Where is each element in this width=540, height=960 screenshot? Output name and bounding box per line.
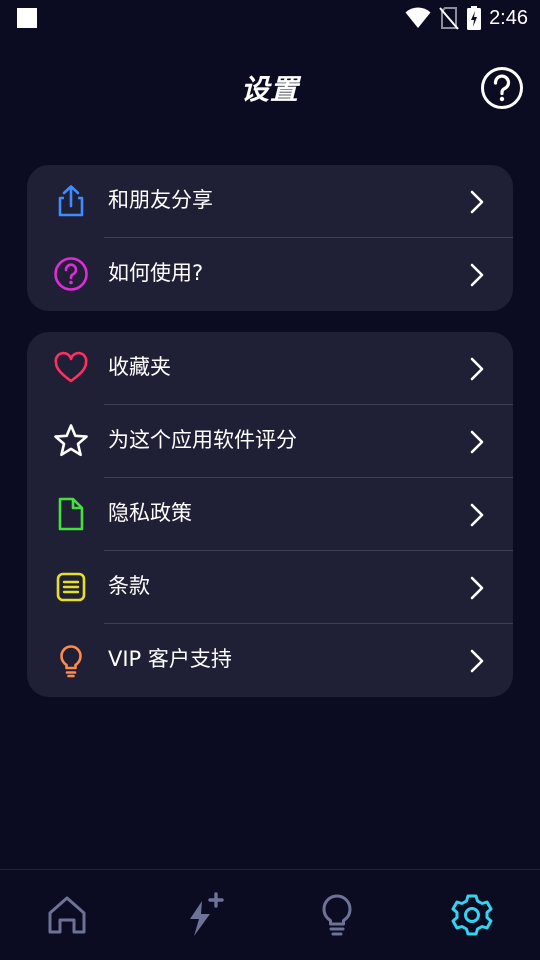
chevron-right-icon <box>470 649 484 673</box>
battery-charging-icon <box>467 6 482 30</box>
page-title: 设置 <box>240 73 299 106</box>
star-icon <box>54 424 88 457</box>
chevron-right-icon <box>470 190 484 214</box>
menu-item-terms[interactable]: 条款 <box>27 551 513 624</box>
settings-group-share: 和朋友分享 如何使用? <box>27 165 513 311</box>
share-icon <box>58 185 84 217</box>
bottom-navigation <box>0 869 540 960</box>
nav-boost[interactable] <box>182 892 226 938</box>
menu-item-label: 条款 <box>108 574 150 598</box>
header: 设置 <box>0 52 540 122</box>
nav-settings[interactable] <box>450 892 494 938</box>
bolt-plus-icon <box>190 892 224 936</box>
no-sim-icon <box>439 7 459 30</box>
menu-item-label: 隐私政策 <box>108 501 192 525</box>
chevron-right-icon <box>470 503 484 527</box>
status-bar: 2:46 <box>0 0 540 36</box>
question-circle-icon <box>481 67 523 109</box>
nav-home[interactable] <box>45 892 89 938</box>
wifi-icon <box>405 7 431 28</box>
menu-item-privacy-policy[interactable]: 隐私政策 <box>27 478 513 551</box>
heart-icon <box>54 351 88 383</box>
menu-item-rate-app[interactable]: 为这个应用软件评分 <box>27 405 513 478</box>
menu-item-how-to-use[interactable]: 如何使用? <box>27 238 513 311</box>
menu-item-favorites[interactable]: 收藏夹 <box>27 332 513 405</box>
settings-group-info: 收藏夹 为这个应用软件评分 隐私政策 条款 VIP 客户支持 <box>27 332 513 697</box>
chevron-right-icon <box>470 576 484 600</box>
menu-item-label: 如何使用? <box>108 261 204 285</box>
menu-item-label: 为这个应用软件评分 <box>108 428 297 452</box>
home-icon <box>48 896 86 934</box>
chevron-right-icon <box>470 357 484 381</box>
clock: 2:46 <box>489 6 528 29</box>
lightbulb-icon <box>60 645 82 678</box>
document-icon <box>58 497 84 531</box>
nav-tips[interactable] <box>315 892 359 938</box>
menu-item-label: 和朋友分享 <box>108 188 213 212</box>
notification-icon <box>17 8 37 28</box>
menu-item-share[interactable]: 和朋友分享 <box>27 165 513 238</box>
question-circle-icon <box>54 257 88 291</box>
list-icon <box>56 572 86 602</box>
help-button[interactable] <box>480 66 524 110</box>
chevron-right-icon <box>470 430 484 454</box>
menu-item-vip-support[interactable]: VIP 客户支持 <box>27 624 513 697</box>
menu-item-label: 收藏夹 <box>108 355 171 379</box>
chevron-right-icon <box>470 263 484 287</box>
status-icons: 2:46 <box>405 5 528 31</box>
menu-item-label: VIP 客户支持 <box>108 647 232 671</box>
lightbulb-icon <box>322 894 352 936</box>
gear-icon <box>451 894 493 936</box>
